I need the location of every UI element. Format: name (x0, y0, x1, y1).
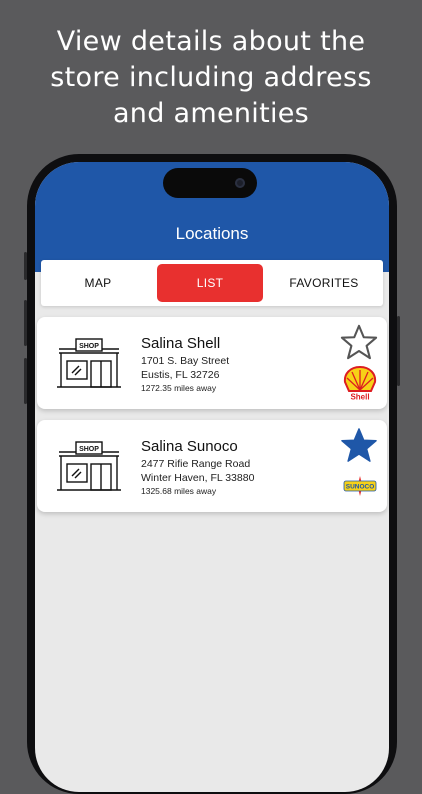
store-card[interactable]: SHOP Salina Sunoco 2477 Rifie Range Road… (37, 420, 387, 512)
shell-logo-icon: Shell (343, 365, 377, 402)
store-distance: 1325.68 miles away (141, 486, 217, 496)
phone-mute-switch (24, 252, 27, 280)
phone-volume-down (24, 358, 27, 404)
tab-map[interactable]: MAP (41, 264, 155, 302)
phone-volume-up (24, 300, 27, 346)
page-title: Locations (175, 224, 249, 243)
phone-power-button (397, 316, 400, 386)
favorite-star-filled-icon[interactable] (340, 426, 378, 464)
store-name: Salina Sunoco (141, 438, 238, 455)
store-name: Salina Shell (141, 335, 221, 352)
store-distance: 1272.35 miles away (141, 383, 217, 393)
store-icon: SHOP (57, 338, 121, 388)
camera-icon (235, 178, 245, 188)
dynamic-island (163, 168, 257, 198)
promo-headline-line1: View details about the (56, 26, 366, 57)
store-address-line1: 2477 Rifie Range Road (141, 458, 251, 470)
shell-logo-text: Shell (350, 393, 369, 402)
store-address-line2: Winter Haven, FL 33880 (141, 472, 255, 484)
phone-frame: Locations MAP LIST FAVORITES SHOP Salina… (24, 154, 400, 794)
store-card[interactable]: SHOP Salina Shell 1701 S. Bay Street Eus… (37, 317, 387, 409)
sunoco-logo-icon: SUNOCO (343, 476, 377, 496)
tab-favorites[interactable]: FAVORITES (265, 264, 383, 302)
store-address-line2: Eustis, FL 32726 (141, 369, 220, 381)
view-tab-bar: MAP LIST FAVORITES (41, 260, 383, 306)
promo-headline-line2: store including address (50, 62, 372, 93)
store-icon: SHOP (57, 441, 121, 491)
sunoco-logo-text: SUNOCO (346, 484, 375, 491)
tab-list[interactable]: LIST (157, 264, 263, 302)
promo-headline-line3: and amenities (112, 98, 310, 129)
shop-sign-text: SHOP (79, 343, 99, 350)
phone-screen: Locations MAP LIST FAVORITES SHOP Salina… (35, 162, 389, 792)
store-address-line1: 1701 S. Bay Street (141, 355, 230, 367)
promo-headline: View details about the store including a… (0, 24, 422, 132)
shop-sign-text: SHOP (79, 446, 99, 453)
favorite-star-outline-icon[interactable] (340, 323, 378, 361)
